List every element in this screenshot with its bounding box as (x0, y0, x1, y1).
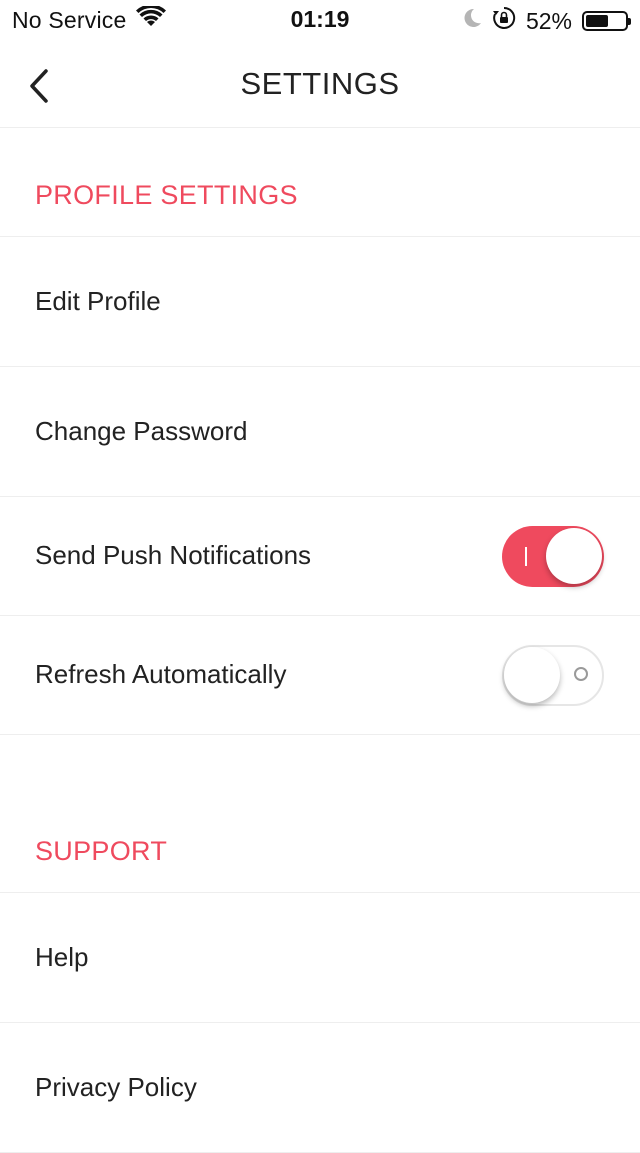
list-item-change-password[interactable]: Change Password (0, 367, 640, 497)
battery-fill (586, 15, 608, 27)
row-label: Refresh Automatically (35, 659, 287, 689)
page-title: SETTINGS (240, 66, 400, 101)
row-label: Privacy Policy (35, 1072, 197, 1102)
section-header-support: SUPPORT (0, 735, 640, 893)
section-header-label: SUPPORT (35, 836, 168, 866)
push-notifications-toggle[interactable] (502, 526, 604, 587)
list-item-refresh-automatically: Refresh Automatically (0, 616, 640, 735)
section-header-label: PROFILE SETTINGS (35, 180, 298, 210)
section-header-profile: PROFILE SETTINGS (0, 128, 640, 237)
list-item-help[interactable]: Help (0, 893, 640, 1023)
battery-percent: 52% (525, 7, 572, 34)
row-label: Edit Profile (35, 286, 161, 316)
nav-bar: SETTINGS (0, 40, 640, 128)
row-label: Send Push Notifications (35, 540, 312, 570)
toggle-off-mark (574, 667, 588, 681)
rotation-lock-icon (492, 6, 516, 36)
list-item-edit-profile[interactable]: Edit Profile (0, 237, 640, 367)
status-bar: No Service 01:19 52% (0, 0, 640, 40)
toggle-on-mark (525, 547, 527, 566)
moon-icon (462, 7, 482, 35)
toggle-knob (504, 647, 560, 703)
settings-list: PROFILE SETTINGS Edit Profile Change Pas… (0, 128, 640, 1153)
list-item-push-notifications: Send Push Notifications (0, 497, 640, 616)
status-right: 52% (462, 6, 631, 36)
battery-icon (582, 11, 631, 31)
toggle-knob (546, 528, 602, 584)
row-label: Change Password (35, 416, 248, 446)
list-item-privacy-policy[interactable]: Privacy Policy (0, 1023, 640, 1153)
refresh-automatically-toggle[interactable] (502, 645, 604, 706)
row-label: Help (35, 942, 89, 972)
